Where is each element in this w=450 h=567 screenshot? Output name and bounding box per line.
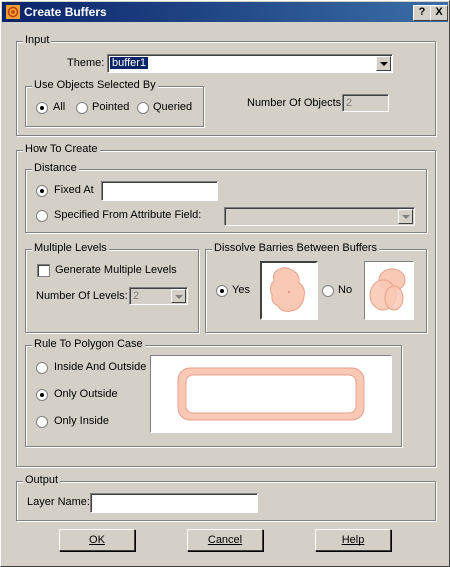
multiple-levels-group: Multiple Levels Generate Multiple Levels… [25, 242, 199, 333]
chevron-down-icon[interactable] [376, 56, 391, 71]
help-button-label: Help [341, 534, 365, 546]
polygon-rule-preview [150, 355, 392, 433]
multiple-levels-legend: Multiple Levels [32, 242, 109, 254]
help-title-button[interactable]: ? [413, 5, 431, 21]
ok-button[interactable]: OK [59, 529, 135, 551]
fixed-at-input[interactable] [101, 181, 218, 201]
only-inside-label: Only Inside [54, 415, 110, 427]
num-objects-label: Number Of Objects: [247, 97, 345, 109]
radio-dissolve-yes[interactable] [216, 285, 228, 297]
radio-only-inside[interactable] [36, 416, 48, 428]
dissolve-group: Dissolve Barries Between Buffers Yes No [205, 242, 427, 333]
num-objects-field: 2 [342, 94, 389, 112]
num-levels-select: 2 [129, 287, 188, 305]
merged-buffer-icon [269, 267, 305, 312]
radio-attribute-field[interactable] [36, 210, 48, 222]
app-icon [6, 5, 20, 19]
fixed-at-label: Fixed At [54, 184, 94, 196]
radio-queried[interactable] [137, 102, 149, 114]
num-objects-value: 2 [346, 97, 353, 109]
attribute-field-label: Specified From Attribute Field: [54, 209, 202, 221]
create-buffers-dialog: Create Buffers ? X Input Theme: buffer1 … [0, 0, 450, 567]
layer-name-input[interactable] [90, 493, 258, 513]
radio-queried-label: Queried [153, 101, 193, 113]
output-legend: Output [23, 474, 61, 486]
how-to-create-group: How To Create Distance Fixed At Specifie… [16, 143, 436, 467]
ok-button-label: OK [89, 534, 105, 546]
only-outside-label: Only Outside [54, 388, 118, 400]
dissolve-no-preview [364, 261, 414, 320]
theme-value: buffer1 [110, 57, 149, 69]
polygon-rule-group: Rule To Polygon Case Inside And Outside … [25, 338, 402, 447]
num-levels-value: 2 [133, 290, 140, 302]
distance-legend: Distance [32, 162, 79, 174]
layer-name-label: Layer Name: [27, 496, 90, 508]
dissolve-legend: Dissolve Barries Between Buffers [212, 242, 380, 254]
generate-levels-checkbox[interactable] [37, 264, 50, 277]
theme-label: Theme: [67, 57, 105, 69]
chevron-down-icon [171, 289, 186, 303]
polygon-rule-legend: Rule To Polygon Case [32, 338, 145, 350]
use-objects-legend: Use Objects Selected By [32, 79, 158, 91]
window-title: Create Buffers [24, 5, 107, 19]
title-bar[interactable]: Create Buffers ? X [2, 2, 448, 22]
output-group: Output Layer Name: [16, 474, 436, 521]
generate-levels-label: Generate Multiple Levels [55, 264, 177, 276]
radio-pointed-label: Pointed [92, 101, 130, 113]
radio-inside-and-outside[interactable] [36, 362, 48, 374]
separate-buffers-icon [369, 268, 406, 311]
radio-only-outside[interactable] [36, 389, 48, 401]
close-title-button[interactable]: X [430, 5, 448, 21]
dissolve-no-label: No [338, 284, 353, 296]
chevron-down-icon [398, 209, 413, 224]
use-objects-group: Use Objects Selected By All Pointed Quer… [25, 79, 204, 127]
how-to-create-legend: How To Create [23, 143, 100, 155]
cancel-button-label: Cancel [207, 534, 243, 546]
radio-fixed-at[interactable] [36, 185, 48, 197]
radio-dissolve-no[interactable] [322, 285, 334, 297]
input-group: Input Theme: buffer1 Use Objects Selecte… [16, 34, 436, 136]
help-button[interactable]: Help [315, 529, 391, 551]
outside-buffer-icon [177, 367, 365, 421]
inside-and-outside-label: Inside And Outside [54, 361, 147, 373]
input-legend: Input [23, 34, 52, 46]
radio-pointed[interactable] [76, 102, 88, 114]
distance-group: Distance Fixed At Specified From Attribu… [25, 162, 427, 233]
attribute-field-select [224, 207, 415, 226]
dissolve-yes-preview [260, 261, 318, 320]
theme-select[interactable]: buffer1 [107, 54, 393, 73]
num-levels-label: Number Of Levels: [36, 290, 128, 302]
cancel-button[interactable]: Cancel [187, 529, 263, 551]
radio-all-label: All [53, 101, 66, 113]
radio-all[interactable] [36, 102, 48, 114]
dissolve-yes-label: Yes [232, 284, 250, 296]
